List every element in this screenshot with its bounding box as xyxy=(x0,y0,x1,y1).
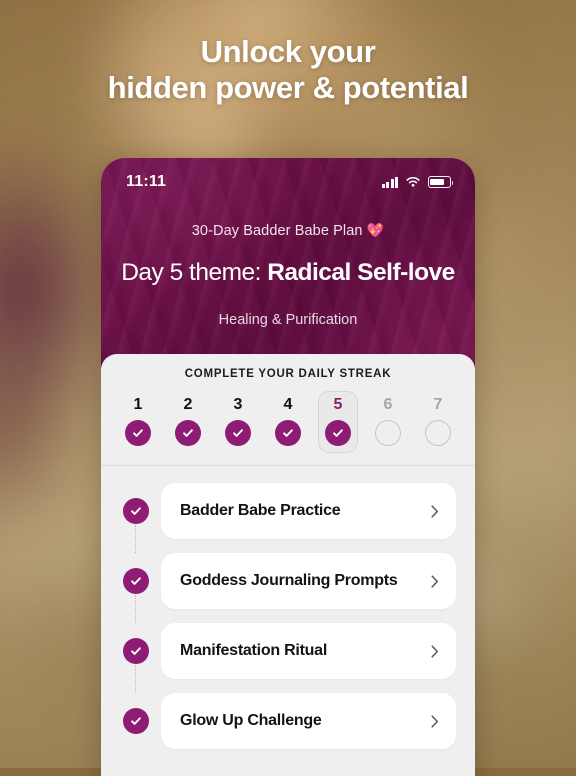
streak-day-number: 1 xyxy=(133,396,143,413)
streak-day-3[interactable]: 3 xyxy=(218,391,258,453)
streak-day-number: 7 xyxy=(433,396,443,413)
task-label: Badder Babe Practice xyxy=(180,502,341,519)
phone-mockup: 11:11 30-Day Badder Babe Plan 💖 Day 5 th… xyxy=(101,158,475,776)
chevron-right-icon[interactable] xyxy=(431,504,439,518)
checkmark-icon xyxy=(333,429,343,437)
chevron-right-icon[interactable] xyxy=(431,574,439,588)
task-row[interactable]: Badder Babe Practice xyxy=(101,483,475,553)
status-bar-icons xyxy=(381,176,454,188)
task-card[interactable]: Badder Babe Practice xyxy=(161,483,456,539)
streak-day-empty-circle[interactable] xyxy=(375,420,401,446)
streak-day-5[interactable]: 5 xyxy=(318,391,358,453)
streak-days-row: 1 2 3 4 5 6 7 xyxy=(101,380,475,453)
streak-day-number: 4 xyxy=(283,396,293,413)
task-timeline-connector xyxy=(135,595,136,623)
checkmark-icon xyxy=(283,429,293,437)
app-header: 11:11 30-Day Badder Babe Plan 💖 Day 5 th… xyxy=(101,158,475,368)
wifi-icon xyxy=(406,177,420,187)
sparkling-heart-icon: 💖 xyxy=(366,222,385,238)
checkmark-icon xyxy=(233,429,243,437)
streak-day-7[interactable]: 7 xyxy=(418,391,458,453)
streak-day-1[interactable]: 1 xyxy=(118,391,158,453)
streak-day-number: 2 xyxy=(183,396,193,413)
hero-headline: Unlock your hidden power & potential xyxy=(0,34,576,106)
streak-day-checked-circle[interactable] xyxy=(225,420,251,446)
streak-day-checked-circle[interactable] xyxy=(125,420,151,446)
day-theme-title: Day 5 theme: Radical Self-love xyxy=(101,259,475,287)
task-card[interactable]: Manifestation Ritual xyxy=(161,623,456,679)
chevron-right-icon[interactable] xyxy=(431,644,439,658)
task-row[interactable]: Manifestation Ritual xyxy=(101,623,475,693)
task-completed-checkmark[interactable] xyxy=(123,638,149,664)
task-completed-checkmark[interactable] xyxy=(123,498,149,524)
streak-day-number: 6 xyxy=(383,396,393,413)
day-theme-prefix: Day 5 theme: xyxy=(121,259,268,286)
streak-day-empty-circle[interactable] xyxy=(425,420,451,446)
checkmark-icon xyxy=(131,647,141,655)
streak-day-number: 5 xyxy=(333,396,343,413)
streak-day-checked-circle[interactable] xyxy=(275,420,301,446)
task-timeline-connector xyxy=(135,665,136,693)
streak-day-4[interactable]: 4 xyxy=(268,391,308,453)
checkmark-icon xyxy=(183,429,193,437)
task-card[interactable]: Glow Up Challenge xyxy=(161,693,456,749)
daily-task-list: Badder Babe Practice Goddess Journaling P… xyxy=(101,466,475,749)
hero-headline-line-2: hidden power & potential xyxy=(107,70,469,105)
streak-day-number: 3 xyxy=(233,396,243,413)
checkmark-icon xyxy=(131,507,141,515)
day-subtitle: Healing & Purification xyxy=(218,312,358,328)
task-row[interactable]: Goddess Journaling Prompts xyxy=(101,553,475,623)
battery-icon xyxy=(428,176,454,188)
daily-streak-card: COMPLETE YOUR DAILY STREAK 1 2 3 4 5 6 7 xyxy=(101,354,475,466)
streak-day-checked-circle[interactable] xyxy=(325,420,351,446)
task-completed-checkmark[interactable] xyxy=(123,708,149,734)
task-row[interactable]: Glow Up Challenge xyxy=(101,693,475,749)
streak-day-2[interactable]: 2 xyxy=(168,391,208,453)
day-theme-value: Radical Self-love xyxy=(267,259,455,286)
checkmark-icon xyxy=(131,577,141,585)
checkmark-icon xyxy=(131,717,141,725)
streak-divider xyxy=(101,465,475,466)
streak-day-checked-circle[interactable] xyxy=(175,420,201,446)
task-label: Goddess Journaling Prompts xyxy=(180,572,398,589)
task-completed-checkmark[interactable] xyxy=(123,568,149,594)
task-label: Glow Up Challenge xyxy=(180,712,322,729)
checkmark-icon xyxy=(133,429,143,437)
streak-title: COMPLETE YOUR DAILY STREAK xyxy=(184,368,392,380)
cellular-signal-icon xyxy=(381,176,398,188)
task-card[interactable]: Goddess Journaling Prompts xyxy=(161,553,456,609)
status-bar: 11:11 xyxy=(101,158,475,202)
hero-headline-line-1: Unlock your xyxy=(200,34,376,69)
plan-name-text: 30-Day Badder Babe Plan xyxy=(191,223,363,239)
status-bar-time: 11:11 xyxy=(126,173,167,190)
task-label: Manifestation Ritual xyxy=(180,642,328,659)
streak-day-6[interactable]: 6 xyxy=(368,391,408,453)
task-timeline-connector xyxy=(135,525,136,553)
plan-name-label: 30-Day Badder Babe Plan 💖 xyxy=(101,222,475,239)
chevron-right-icon[interactable] xyxy=(431,714,439,728)
